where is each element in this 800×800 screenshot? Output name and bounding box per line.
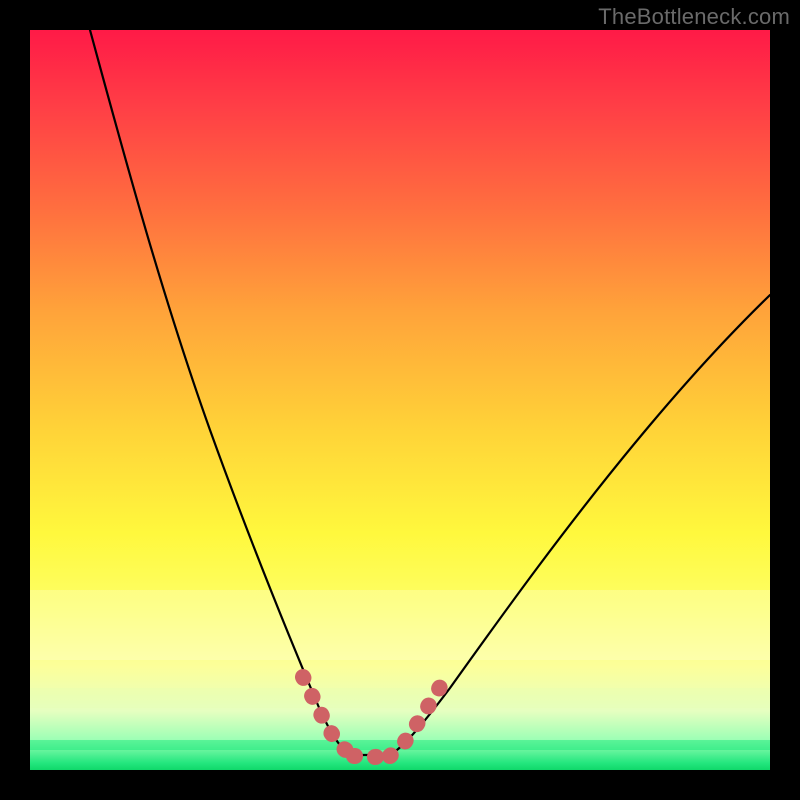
marker-dots-left: [303, 677, 354, 756]
chart-svg: [30, 30, 770, 770]
watermark-text: TheBottleneck.com: [598, 4, 790, 30]
left-curve: [90, 30, 350, 755]
chart-frame: TheBottleneck.com: [0, 0, 800, 800]
marker-dots-right: [390, 687, 440, 756]
